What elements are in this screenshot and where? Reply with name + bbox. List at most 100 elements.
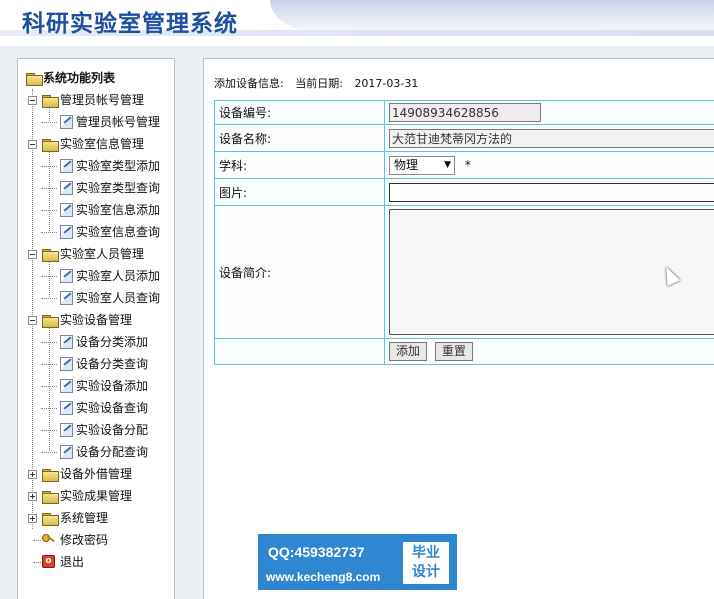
form-row-image: 图片: bbox=[214, 178, 714, 206]
page-edit-icon bbox=[60, 357, 73, 371]
nav-item-label[interactable]: 实验设备添加 bbox=[76, 375, 148, 397]
nav-item-label[interactable]: 实验室类型添加 bbox=[76, 155, 160, 177]
folder-icon bbox=[42, 469, 59, 482]
page-heading: 添加设备信息: bbox=[214, 77, 284, 90]
nav-item-label[interactable]: 实验设备查询 bbox=[76, 397, 148, 419]
expand-icon[interactable] bbox=[28, 470, 37, 479]
nav-item-assignment-query[interactable]: 设备分配查询 bbox=[26, 441, 174, 463]
nav-item-equip-category-query[interactable]: 设备分类查询 bbox=[26, 353, 174, 375]
nav-item-label[interactable]: 实验室信息查询 bbox=[76, 221, 160, 243]
device-name-cell bbox=[384, 124, 714, 152]
required-marker: * bbox=[464, 157, 471, 172]
nav-item-label[interactable]: 设备分配查询 bbox=[76, 441, 148, 463]
nav-group-label: 设备外借管理 bbox=[60, 467, 133, 481]
form-row-device-no: 设备编号: bbox=[214, 100, 714, 125]
collapse-icon[interactable] bbox=[28, 140, 37, 149]
form-row-device-name: 设备名称: bbox=[214, 124, 714, 152]
nav-group-lab-staff[interactable]: 实验室人员管理 bbox=[26, 243, 174, 265]
folder-open-icon bbox=[42, 249, 59, 262]
nav-item-label[interactable]: 实验室类型查询 bbox=[76, 177, 160, 199]
nav-item-lab-staff-add[interactable]: 实验室人员添加 bbox=[26, 265, 174, 287]
nav-item-label[interactable]: 实验设备分配 bbox=[76, 419, 148, 441]
date-value: 2017-03-31 bbox=[354, 77, 419, 90]
folder-icon bbox=[42, 491, 59, 504]
collapse-icon[interactable] bbox=[28, 250, 37, 259]
nav-logout[interactable]: o 退出 bbox=[26, 551, 174, 573]
expand-icon[interactable] bbox=[28, 492, 37, 501]
nav-item-label[interactable]: 实验室信息添加 bbox=[76, 199, 160, 221]
device-no-cell bbox=[384, 100, 714, 125]
nav-item-equipment-assign[interactable]: 实验设备分配 bbox=[26, 419, 174, 441]
nav-item-label[interactable]: 设备分类查询 bbox=[76, 353, 148, 375]
folder-open-icon bbox=[42, 315, 59, 328]
nav-item-label[interactable]: 实验室人员查询 bbox=[76, 287, 160, 309]
exit-icon: o bbox=[42, 555, 55, 568]
nav-item-equipment-query[interactable]: 实验设备查询 bbox=[26, 397, 174, 419]
nav-item-lab-info-query[interactable]: 实验室信息查询 bbox=[26, 221, 174, 243]
page-edit-icon bbox=[60, 181, 73, 195]
nav-tree: 系统功能列表 管理员帐号管理 管理员帐号管理 实验室信息管理 实验室类型添加 实… bbox=[26, 67, 174, 573]
nav-logout-label[interactable]: 退出 bbox=[60, 551, 84, 573]
page-edit-icon bbox=[60, 269, 73, 283]
form-row-intro: 设备简介: bbox=[214, 205, 714, 339]
page-edit-icon bbox=[60, 379, 73, 393]
nav-group-lab-info[interactable]: 实验室信息管理 bbox=[26, 133, 174, 155]
nav-group-equipment-lending[interactable]: 设备外借管理 bbox=[26, 463, 174, 485]
nav-group-label: 系统管理 bbox=[60, 511, 109, 525]
page-edit-icon bbox=[60, 291, 73, 305]
image-cell bbox=[384, 178, 714, 206]
header-decoration bbox=[270, 0, 714, 30]
nav-item-equipment-add[interactable]: 实验设备添加 bbox=[26, 375, 174, 397]
nav-item-label[interactable]: 实验室人员添加 bbox=[76, 265, 160, 287]
key-icon bbox=[42, 534, 56, 546]
device-no-label: 设备编号: bbox=[214, 100, 385, 125]
form-row-actions: 添加 重置 bbox=[214, 338, 714, 365]
nav-item-lab-staff-query[interactable]: 实验室人员查询 bbox=[26, 287, 174, 309]
image-label: 图片: bbox=[214, 178, 385, 206]
expand-icon[interactable] bbox=[28, 514, 37, 523]
nav-item-equip-category-add[interactable]: 设备分类添加 bbox=[26, 331, 174, 353]
subject-select[interactable]: 物理 ▼ bbox=[389, 155, 455, 175]
image-file-input[interactable] bbox=[389, 182, 714, 202]
collapse-icon[interactable] bbox=[28, 96, 37, 105]
nav-item-admin-accounts[interactable]: 管理员帐号管理 bbox=[26, 111, 174, 133]
page-edit-icon bbox=[60, 401, 73, 415]
watermark-qq: QQ:459382737 bbox=[268, 544, 365, 560]
nav-item-lab-type-add[interactable]: 实验室类型添加 bbox=[26, 155, 174, 177]
watermark-banner: QQ:459382737 www.kecheng8.com 毕业 设计 bbox=[258, 534, 457, 590]
watermark-badge-line1: 毕业 bbox=[412, 545, 440, 561]
app-title: 科研实验室管理系统 bbox=[22, 10, 238, 37]
device-name-input[interactable] bbox=[389, 128, 714, 148]
nav-item-lab-info-add[interactable]: 实验室信息添加 bbox=[26, 199, 174, 221]
nav-change-password[interactable]: 修改密码 bbox=[26, 529, 174, 551]
nav-group-admin-accounts[interactable]: 管理员帐号管理 bbox=[26, 89, 174, 111]
nav-item-lab-type-query[interactable]: 实验室类型查询 bbox=[26, 177, 174, 199]
folder-open-icon bbox=[42, 95, 59, 108]
add-button[interactable]: 添加 bbox=[389, 342, 428, 361]
date-label: 当前日期: bbox=[295, 77, 343, 90]
header-banner: 科研实验室管理系统 bbox=[0, 0, 714, 46]
nav-change-password-label[interactable]: 修改密码 bbox=[60, 529, 108, 551]
nav-group-lab-results[interactable]: 实验成果管理 bbox=[26, 485, 174, 507]
folder-icon bbox=[42, 513, 59, 526]
page-edit-icon bbox=[60, 115, 73, 129]
sidebar: 系统功能列表 管理员帐号管理 管理员帐号管理 实验室信息管理 实验室类型添加 实… bbox=[17, 58, 175, 599]
folder-open-icon bbox=[26, 73, 43, 86]
subject-cell: 物理 ▼ * bbox=[384, 151, 714, 179]
intro-label: 设备简介: bbox=[214, 205, 385, 339]
nav-root-label: 系统功能列表 bbox=[43, 71, 116, 85]
nav-item-label[interactable]: 管理员帐号管理 bbox=[76, 111, 160, 133]
form-row-subject: 学科: 物理 ▼ * bbox=[214, 151, 714, 179]
collapse-icon[interactable] bbox=[28, 316, 37, 325]
page-edit-icon bbox=[60, 203, 73, 217]
nav-item-label[interactable]: 设备分类添加 bbox=[76, 331, 148, 353]
page-edit-icon bbox=[60, 225, 73, 239]
device-no-input[interactable] bbox=[389, 103, 541, 122]
page-edit-icon bbox=[60, 445, 73, 459]
subject-selected-value: 物理 bbox=[394, 157, 419, 172]
reset-button[interactable]: 重置 bbox=[434, 342, 473, 361]
nav-group-system[interactable]: 系统管理 bbox=[26, 507, 174, 529]
watermark-url: www.kecheng8.com bbox=[266, 570, 381, 584]
page-edit-icon bbox=[60, 335, 73, 349]
nav-group-lab-equipment[interactable]: 实验设备管理 bbox=[26, 309, 174, 331]
